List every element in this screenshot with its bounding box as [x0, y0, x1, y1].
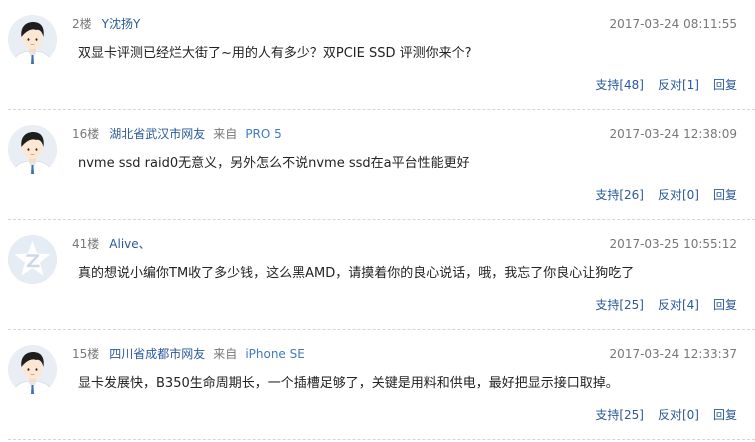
comment-meta: 16楼 湖北省武汉市网友 来自 PRO 5	[72, 126, 282, 142]
support-button[interactable]: 支持[25]	[595, 298, 644, 312]
support-button[interactable]: 支持[48]	[595, 78, 644, 92]
reply-button[interactable]: 回复	[713, 408, 737, 422]
from-label: 来自	[213, 347, 238, 361]
floor-number: 2楼	[72, 17, 92, 31]
username-link[interactable]: Alive、	[109, 237, 150, 251]
comment-meta: 41楼 Alive、	[72, 236, 151, 252]
comment-timestamp: 2017-03-24 08:11:55	[609, 17, 737, 31]
cartoon-man-icon	[8, 125, 57, 174]
username-link[interactable]: 湖北省武汉市网友	[109, 127, 205, 141]
oppose-button[interactable]: 反对[0]	[658, 188, 699, 202]
comment-item: 2楼 Y沈扬Y 2017-03-24 08:11:55 双显卡评测已经烂大街了~用…	[0, 0, 755, 110]
device-link[interactable]: PRO 5	[245, 127, 281, 141]
comment-timestamp: 2017-03-25 10:55:12	[609, 237, 737, 251]
floor-number: 15楼	[72, 347, 100, 361]
avatar[interactable]	[8, 125, 57, 174]
cartoon-man-icon	[8, 15, 57, 64]
from-label: 来自	[213, 127, 238, 141]
comment-meta: 15楼 四川省成都市网友 来自 iPhone SE	[72, 346, 305, 362]
reply-button[interactable]: 回复	[713, 78, 737, 92]
username-link[interactable]: 四川省成都市网友	[109, 347, 205, 361]
comment-actions: 支持[25] 反对[0] 回复	[595, 407, 737, 423]
comment-actions: 支持[25] 反对[4] 回复	[595, 297, 737, 313]
support-button[interactable]: 支持[26]	[595, 188, 644, 202]
avatar[interactable]	[8, 345, 57, 394]
comment-timestamp: 2017-03-24 12:38:09	[609, 127, 737, 141]
comment-timestamp: 2017-03-24 12:33:37	[609, 347, 737, 361]
comment-item: 15楼 四川省成都市网友 来自 iPhone SE 2017-03-24 12:33:…	[0, 330, 755, 440]
comment-item: 41楼 Alive、 2017-03-25 10:55:12 真的想说小编你TM收…	[0, 220, 755, 330]
floor-number: 16楼	[72, 127, 100, 141]
oppose-button[interactable]: 反对[4]	[658, 298, 699, 312]
support-button[interactable]: 支持[25]	[595, 408, 644, 422]
star-logo-icon	[8, 235, 57, 284]
avatar[interactable]	[8, 235, 57, 284]
device-link[interactable]: iPhone SE	[245, 347, 305, 361]
divider	[8, 439, 755, 440]
comment-text: 显卡发展快，B350生命周期长，一个插槽足够了，关键是用料和供电，最好把显示接口…	[78, 376, 619, 391]
comment-text: 真的想说小编你TM收了多少钱，这么黑AMD，请摸着你的良心说话，哦，我忘了你良心…	[78, 266, 635, 281]
comment-list: 2楼 Y沈扬Y 2017-03-24 08:11:55 双显卡评测已经烂大街了~用…	[0, 0, 755, 440]
comment-text: 双显卡评测已经烂大街了~用的人有多少？双PCIE SSD 评测你来个?	[78, 46, 472, 61]
comment-meta: 2楼 Y沈扬Y	[72, 16, 140, 32]
comment-item: 16楼 湖北省武汉市网友 来自 PRO 5 2017-03-24 12:38:09 n…	[0, 110, 755, 220]
floor-number: 41楼	[72, 237, 100, 251]
username-link[interactable]: Y沈扬Y	[102, 17, 141, 31]
comment-actions: 支持[26] 反对[0] 回复	[595, 187, 737, 203]
comment-text: nvme ssd raid0无意义，另外怎么不说nvme ssd在a平台性能更好	[78, 156, 470, 171]
avatar[interactable]	[8, 15, 57, 64]
comment-actions: 支持[48] 反对[1] 回复	[595, 77, 737, 93]
oppose-button[interactable]: 反对[1]	[658, 78, 699, 92]
reply-button[interactable]: 回复	[713, 298, 737, 312]
reply-button[interactable]: 回复	[713, 188, 737, 202]
cartoon-man-icon	[8, 345, 57, 394]
oppose-button[interactable]: 反对[0]	[658, 408, 699, 422]
